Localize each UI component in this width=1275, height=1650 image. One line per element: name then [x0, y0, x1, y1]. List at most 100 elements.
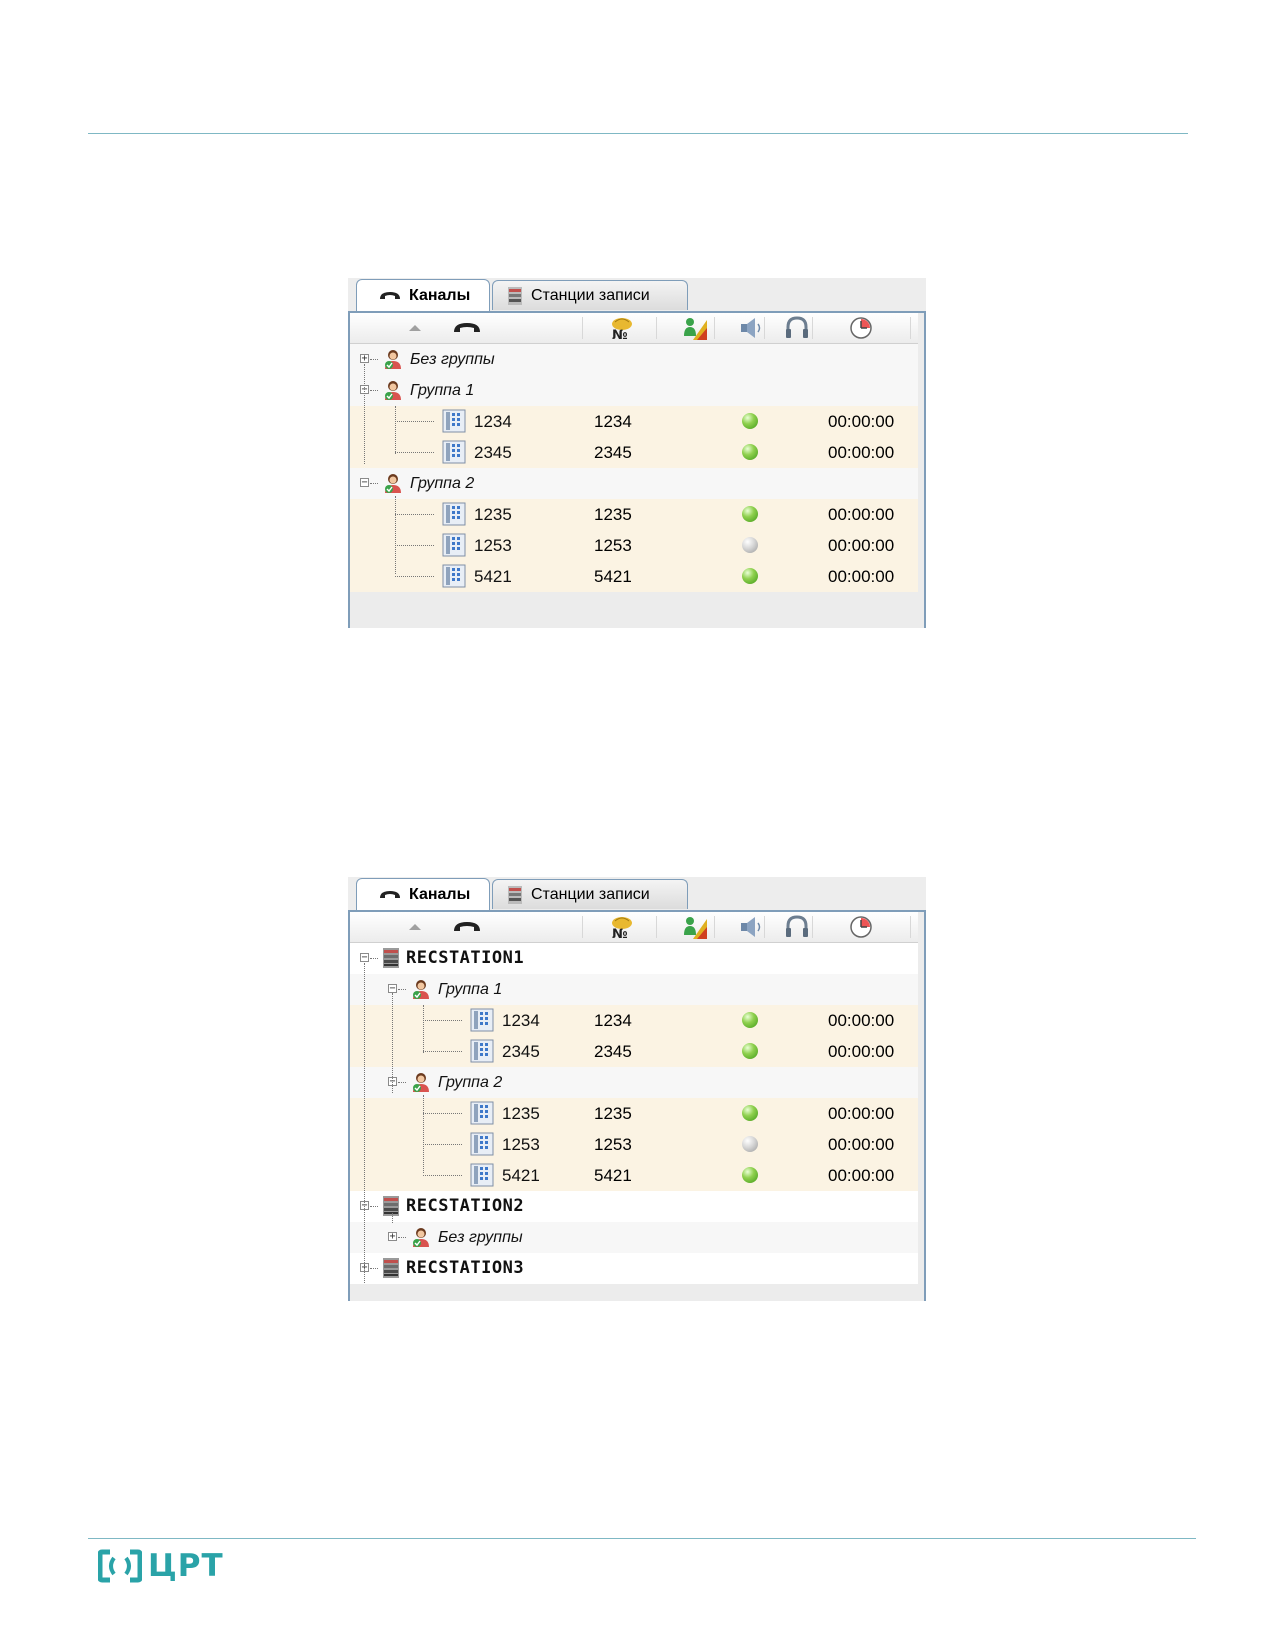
- channel-row[interactable]: 1234 1234 00:00:00: [350, 406, 918, 437]
- channel-icon: [442, 564, 466, 593]
- status-indicator-icon: [742, 1136, 758, 1152]
- column-separator[interactable]: [656, 317, 657, 339]
- tree-connector: [370, 958, 378, 959]
- channel-name: 2345: [474, 443, 512, 462]
- speaker-icon[interactable]: [734, 912, 768, 942]
- channel-row[interactable]: 1235 1235 00:00:00: [350, 499, 918, 530]
- crt-logo-icon: [98, 1549, 142, 1583]
- group-node[interactable]: + Без группы: [350, 344, 918, 375]
- group-name: Группа 2: [410, 475, 475, 492]
- column-separator[interactable]: [714, 317, 715, 339]
- channel-row[interactable]: 2345 2345 00:00:00: [350, 1036, 918, 1067]
- phone-icon: [379, 889, 401, 901]
- expand-icon[interactable]: +: [388, 1232, 397, 1242]
- channel-row[interactable]: 5421 5421 00:00:00: [350, 561, 918, 592]
- tree-guide-line: [423, 1005, 424, 1053]
- status-indicator-icon: [742, 568, 758, 584]
- station-node[interactable]: − RECSTATION1: [350, 943, 918, 974]
- channel-name: 1234: [502, 1011, 540, 1030]
- channel-icon: [442, 440, 466, 469]
- group-node[interactable]: − Группа 1: [350, 974, 918, 1005]
- footer-rule: [88, 1538, 1196, 1539]
- phone-icon[interactable]: [450, 313, 484, 343]
- tree-connector: [370, 359, 378, 360]
- channel-number: 1253: [594, 1135, 632, 1154]
- collapse-icon[interactable]: −: [360, 953, 369, 963]
- column-separator[interactable]: [910, 317, 911, 339]
- channel-name: 1253: [502, 1135, 540, 1154]
- channel-number: 1253: [594, 536, 632, 555]
- station-node[interactable]: − RECSTATION2: [350, 1191, 918, 1222]
- group-icon: [410, 978, 432, 1005]
- tree-connector: [423, 1051, 462, 1052]
- tree-connector: [395, 452, 434, 453]
- status-indicator-icon: [742, 1012, 758, 1028]
- group-name: Без группы: [410, 351, 495, 368]
- column-separator[interactable]: [714, 916, 715, 938]
- clock-icon[interactable]: [844, 912, 878, 942]
- channels-tree-frame: № + Без группы − Группа 1 1234 1234 00:00:00 23…: [348, 311, 926, 628]
- channel-row[interactable]: 1253 1253 00:00:00: [350, 530, 918, 561]
- column-separator[interactable]: [764, 916, 765, 938]
- channel-row[interactable]: 5421 5421 00:00:00: [350, 1160, 918, 1191]
- channel-duration: 00:00:00: [828, 567, 895, 586]
- column-separator[interactable]: [582, 317, 583, 339]
- status-indicator-icon: [742, 1043, 758, 1059]
- group-node[interactable]: − Группа 2: [350, 1067, 918, 1098]
- channel-number: 5421: [594, 567, 632, 586]
- channels-tree: + Без группы − Группа 1 1234 1234 00:00:00 2345…: [350, 344, 918, 592]
- channel-row[interactable]: 1253 1253 00:00:00: [350, 1129, 918, 1160]
- collapse-icon[interactable]: −: [388, 984, 397, 994]
- station-name: RECSTATION1: [406, 948, 525, 968]
- number-icon[interactable]: №: [604, 313, 638, 343]
- group-node[interactable]: + Без группы: [350, 1222, 918, 1253]
- tree-connector: [423, 1144, 462, 1145]
- channel-icon: [470, 1101, 494, 1130]
- tab-stations[interactable]: Станции записи: [492, 879, 688, 909]
- station-node[interactable]: + RECSTATION3: [350, 1253, 918, 1284]
- logo-text: ЦРТ: [148, 1548, 224, 1584]
- expand-icon[interactable]: +: [360, 354, 369, 364]
- number-icon[interactable]: №: [604, 912, 638, 942]
- status-indicator-icon: [742, 444, 758, 460]
- tree-connector: [370, 390, 378, 391]
- channel-row[interactable]: 1235 1235 00:00:00: [350, 1098, 918, 1129]
- channels-tree-frame: № − RECSTATION1 − Группа 1 1234 1234 00:00:00 2…: [348, 910, 926, 1301]
- headphones-icon[interactable]: [780, 912, 814, 942]
- column-separator[interactable]: [910, 916, 911, 938]
- channel-row[interactable]: 2345 2345 00:00:00: [350, 437, 918, 468]
- recording-station-icon: [382, 947, 400, 974]
- group-node[interactable]: − Группа 1: [350, 375, 918, 406]
- sort-up-icon[interactable]: [398, 313, 432, 343]
- tab-channels[interactable]: Каналы: [356, 878, 490, 910]
- column-separator[interactable]: [764, 317, 765, 339]
- channel-row[interactable]: 1234 1234 00:00:00: [350, 1005, 918, 1036]
- channel-icon: [442, 533, 466, 562]
- tree-connector: [423, 1113, 462, 1114]
- group-node[interactable]: − Группа 2: [350, 468, 918, 499]
- person-level-icon[interactable]: [678, 313, 712, 343]
- channel-duration: 00:00:00: [828, 1104, 895, 1123]
- channel-number: 2345: [594, 443, 632, 462]
- column-separator[interactable]: [812, 317, 813, 339]
- tree-connector: [398, 1082, 406, 1083]
- group-name: Группа 1: [438, 981, 503, 998]
- header-rule: [88, 133, 1188, 134]
- channel-duration: 00:00:00: [828, 1042, 895, 1061]
- person-level-icon[interactable]: [678, 912, 712, 942]
- headphones-icon[interactable]: [780, 313, 814, 343]
- phone-icon[interactable]: [450, 912, 484, 942]
- group-icon: [382, 472, 404, 499]
- sort-up-icon[interactable]: [398, 912, 432, 942]
- column-separator[interactable]: [812, 916, 813, 938]
- tab-stations[interactable]: Станции записи: [492, 280, 688, 310]
- collapse-icon[interactable]: −: [360, 478, 369, 488]
- channel-duration: 00:00:00: [828, 505, 895, 524]
- tree-connector: [423, 1020, 462, 1021]
- column-separator[interactable]: [656, 916, 657, 938]
- speaker-icon[interactable]: [734, 313, 768, 343]
- column-separator[interactable]: [582, 916, 583, 938]
- tab-channels[interactable]: Каналы: [356, 279, 490, 311]
- clock-icon[interactable]: [844, 313, 878, 343]
- tree-connector: [370, 1268, 378, 1269]
